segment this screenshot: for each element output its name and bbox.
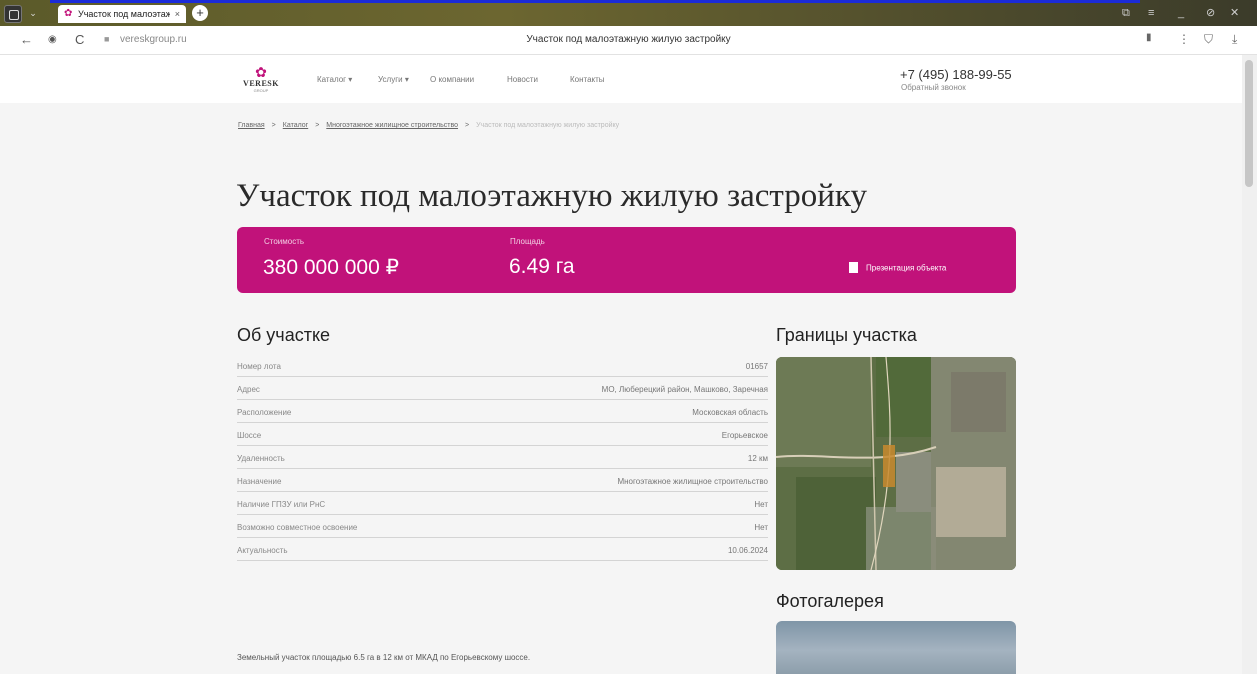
close-window-icon[interactable]: ✕	[1230, 6, 1239, 20]
detail-row: Расположение Московская область	[237, 400, 768, 423]
detail-row: Актуальность 10.06.2024	[237, 538, 768, 561]
more-icon[interactable]: ⋮	[1178, 32, 1190, 46]
gallery-photo[interactable]	[776, 621, 1016, 674]
borders-heading: Границы участка	[776, 325, 917, 345]
breadcrumb-separator: >	[315, 122, 320, 129]
detail-row: Шоссе Егорьевское	[237, 423, 768, 446]
detail-row: Возможно совместное освоение Нет	[237, 515, 768, 538]
browser-tab[interactable]: ✿ Участок под малоэтажн ×	[58, 5, 186, 23]
presentation-button[interactable]: Презентация объекта	[849, 262, 947, 274]
detail-value: Московская область	[692, 408, 768, 417]
detail-key: Адрес	[237, 385, 260, 394]
document-icon	[849, 262, 858, 273]
breadcrumb-separator: >	[271, 122, 276, 129]
phone-number[interactable]: +7 (495) 188-99-55	[900, 67, 1012, 82]
detail-value: Нет	[754, 523, 768, 532]
detail-key: Возможно совместное освоение	[237, 523, 358, 532]
minimize-icon[interactable]: _	[1178, 6, 1184, 20]
extension-icon[interactable]: ⛉	[1204, 32, 1213, 47]
breadcrumb: Главная > Каталог > Многоэтажное жилищное ст…	[238, 122, 619, 129]
breadcrumb-current: Участок под малоэтажную жилую застройку	[476, 122, 620, 129]
property-details: Номер лота 01657 Адрес МО, Люберецкий райо…	[237, 354, 768, 561]
breadcrumb-home[interactable]: Главная	[238, 122, 265, 129]
new-tab-button[interactable]: +	[192, 5, 208, 21]
breadcrumb-separator: >	[465, 122, 470, 129]
detail-key: Шоссе	[237, 431, 262, 440]
detail-value: 01657	[745, 362, 768, 371]
browser-address-bar: ← ◉ C ■ vereskgroup.ru Участок под малоэ…	[0, 26, 1257, 55]
page-title-bar: Участок под малоэтажную жилую застройку	[526, 34, 731, 45]
detail-key: Наличие ГПЗУ или РнС	[237, 500, 326, 509]
area-label: Площадь	[510, 237, 545, 246]
scrollbar-thumb[interactable]	[1245, 60, 1253, 187]
price-label: Стоимость	[264, 237, 305, 246]
gallery-heading: Фотогалерея	[776, 591, 884, 611]
logo-sub: GROUP	[253, 88, 269, 93]
detail-value: Егорьевское	[721, 431, 768, 440]
detail-key: Назначение	[237, 477, 282, 486]
menu-item-services[interactable]: Услуги ▾	[378, 75, 409, 84]
detail-value: Многоэтажное жилищное строительство	[617, 477, 768, 486]
detail-row: Удаленность 12 км	[237, 446, 768, 469]
tab-close-icon[interactable]: ×	[175, 5, 180, 23]
detail-value: Нет	[754, 500, 768, 509]
detail-key: Актуальность	[237, 546, 288, 555]
detail-value: МО, Люберецкий район, Машково, Заречная	[601, 385, 768, 394]
detail-value: 10.06.2024	[727, 546, 768, 555]
bookmark-icon[interactable]: ▮	[1146, 32, 1152, 43]
logo-name: VERESK	[243, 79, 279, 88]
price-value: 380 000 000 ₽	[263, 256, 399, 279]
menu-icon[interactable]: ≡	[1148, 6, 1154, 20]
logo-flower-icon: ✿	[255, 64, 267, 80]
tab-title: Участок под малоэтажн	[78, 9, 170, 19]
detail-row: Номер лота 01657	[237, 354, 768, 377]
app-menu-icon[interactable]	[4, 5, 22, 23]
detail-key: Номер лота	[237, 362, 281, 371]
detail-key: Удаленность	[237, 454, 285, 463]
download-icon[interactable]: ⤓	[1232, 32, 1237, 47]
detail-row: Назначение Многоэтажное жилищное строител…	[237, 469, 768, 492]
detail-key: Расположение	[237, 408, 292, 417]
presentation-label: Презентация объекта	[866, 263, 947, 273]
menu-item-catalog[interactable]: Каталог ▾	[317, 75, 352, 84]
accent-line	[50, 0, 1140, 3]
detail-value: 12 км	[747, 454, 768, 463]
menu-item-contacts[interactable]: Контакты	[570, 75, 605, 84]
callback-link[interactable]: Обратный звонок	[901, 83, 966, 92]
menu-item-about[interactable]: О компании	[430, 75, 474, 84]
area-value: 6.49 га	[509, 255, 575, 278]
tab-search-icon[interactable]: ⧉	[1122, 6, 1130, 20]
site-logo[interactable]: ✿ VERESK GROUP	[243, 65, 279, 97]
breadcrumb-catalog[interactable]: Каталог	[283, 122, 308, 129]
menu-item-news[interactable]: Новости	[507, 75, 538, 84]
site-header: ✿ VERESK GROUP Каталог ▾ Услуги ▾ О комп…	[0, 55, 1242, 103]
detail-row: Адрес МО, Люберецкий район, Машково, Заре…	[237, 377, 768, 400]
property-description: Земельный участок площадью 6.5 га в 12 к…	[237, 653, 531, 662]
satellite-map[interactable]	[776, 357, 1016, 570]
price-banner: Стоимость 380 000 000 ₽ Площадь 6.49 га …	[237, 227, 1016, 293]
tab-list-icon[interactable]: ⌄	[26, 7, 40, 19]
restore-icon[interactable]: ⊘	[1206, 6, 1215, 20]
breadcrumb-category[interactable]: Многоэтажное жилищное строительство	[326, 122, 458, 129]
browser-tab-bar: ⌄ ✿ Участок под малоэтажн × + ⧉ ≡ _ ⊘ ✕	[0, 0, 1257, 26]
page-title: Участок под малоэтажную жилую застройку	[236, 178, 867, 214]
map-image	[776, 357, 1016, 570]
about-heading: Об участке	[237, 325, 331, 345]
site-favicon-icon: ✿	[64, 8, 73, 19]
detail-row: Наличие ГПЗУ или РнС Нет	[237, 492, 768, 515]
